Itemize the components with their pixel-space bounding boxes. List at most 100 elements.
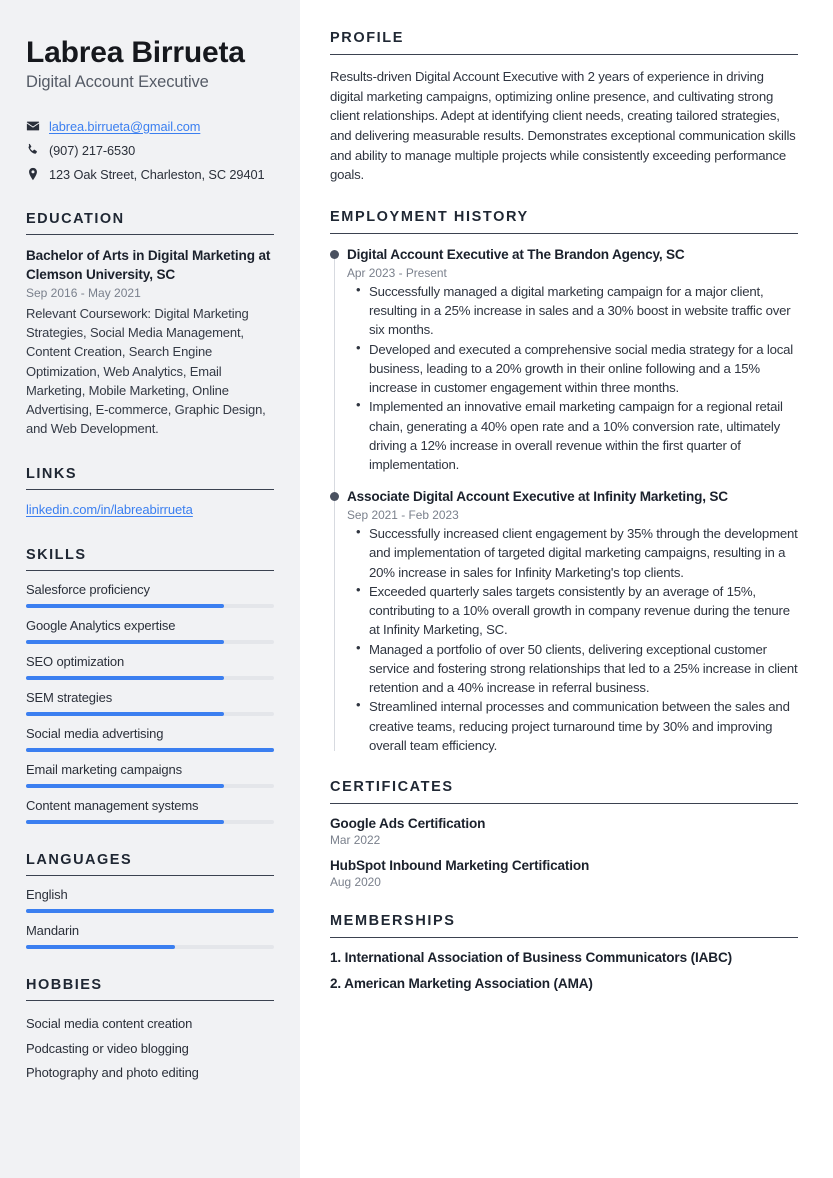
skill-label: Social media advertising	[26, 725, 164, 741]
contact-address: 123 Oak Street, Charleston, SC 29401	[26, 166, 274, 183]
employment-date: Sep 2021 - Feb 2023	[347, 508, 459, 523]
section-heading-languages: LANGUAGES	[26, 851, 133, 868]
profile-text: Results-driven Digital Account Executive…	[330, 69, 796, 183]
skill-level-fill	[26, 675, 225, 680]
skill-level-track	[26, 819, 274, 824]
skill-label: SEM strategies	[26, 689, 113, 705]
membership-item: 1. International Association of Business…	[330, 950, 732, 966]
education-entry: Bachelor of Arts in Digital Marketing at…	[26, 246, 274, 438]
section-heading-memberships: MEMBERSHIPS	[330, 913, 456, 930]
location-pin-icon	[26, 167, 40, 181]
skill-label: Content management systems	[26, 797, 199, 813]
employment-title: Digital Account Executive at The Brandon…	[347, 247, 685, 263]
memberships-list: 1. International Association of Business…	[330, 950, 798, 991]
skill-level-fill	[26, 639, 225, 644]
divider	[26, 488, 274, 490]
employment-bullet: Successfully managed a digital marketing…	[356, 281, 798, 340]
education-description: Relevant Coursework: Digital Marketing S…	[26, 306, 266, 436]
divider	[26, 233, 274, 235]
contact-phone-text: (907) 217-6530	[49, 142, 136, 158]
section-heading-profile: PROFILE	[330, 30, 405, 46]
resume-page: Labrea Birrueta Digital Account Executiv…	[0, 0, 833, 1178]
employment-bullet: Implemented an innovative email marketin…	[356, 396, 798, 474]
contact-email[interactable]: labrea.birrueta@gmail.com	[26, 118, 274, 135]
skill-level-fill	[26, 783, 225, 788]
skill-item: Content management systems	[26, 798, 274, 824]
hobbies-list: Social media content creation Podcasting …	[26, 1012, 274, 1086]
certificate-date: Aug 2020	[330, 875, 381, 890]
skill-level-fill	[26, 747, 274, 752]
certificate-entry: HubSpot Inbound Marketing Certification A…	[330, 858, 798, 889]
employment-timeline: Digital Account Executive at The Brandon…	[330, 246, 798, 755]
section-heading-skills: SKILLS	[26, 546, 87, 563]
language-level-fill	[26, 944, 175, 949]
education-date: Sep 2016 - May 2021	[26, 286, 141, 301]
section-memberships: MEMBERSHIPS 1. International Association…	[330, 913, 798, 991]
skill-item: Social media advertising	[26, 726, 274, 752]
divider	[26, 874, 274, 876]
skill-level-fill	[26, 603, 225, 608]
hobby-item: Podcasting or video blogging	[26, 1040, 189, 1056]
skill-level-track	[26, 639, 274, 644]
skill-item: Salesforce proficiency	[26, 582, 274, 608]
skill-label: SEO optimization	[26, 653, 125, 669]
employment-date: Apr 2023 - Present	[347, 265, 447, 280]
skill-level-track	[26, 603, 274, 608]
language-item: Mandarin	[26, 923, 274, 949]
skill-level-fill	[26, 711, 225, 716]
section-skills: SKILLS Salesforce proficiency Google Anal…	[26, 547, 274, 824]
contact-address-text: 123 Oak Street, Charleston, SC 29401	[49, 166, 265, 182]
contact-phone: (907) 217-6530	[26, 142, 274, 159]
page-title: Labrea Birrueta Digital Account Executiv…	[26, 36, 274, 92]
skill-label: Email marketing campaigns	[26, 761, 182, 777]
employment-bullet: Managed a portfolio of over 50 clients, …	[356, 639, 798, 698]
section-languages: LANGUAGES English Mandarin	[26, 852, 274, 949]
sidebar: Labrea Birrueta Digital Account Executiv…	[0, 0, 300, 1178]
education-title: Bachelor of Arts in Digital Marketing at…	[26, 247, 271, 282]
certificate-name: HubSpot Inbound Marketing Certification	[330, 858, 590, 874]
membership-item: 2. American Marketing Association (AMA)	[330, 976, 593, 992]
timeline-dot-icon	[330, 250, 339, 260]
employment-bullet: Streamlined internal processes and commu…	[356, 696, 798, 755]
section-education: EDUCATION Bachelor of Arts in Digital Ma…	[26, 211, 274, 438]
skill-item: Google Analytics expertise	[26, 618, 274, 644]
section-heading-employment: EMPLOYMENT HISTORY	[330, 209, 529, 226]
skill-level-track	[26, 783, 274, 788]
certificate-entry: Google Ads Certification Mar 2022	[330, 816, 798, 847]
divider	[330, 803, 798, 805]
skill-level-track	[26, 711, 274, 716]
language-item: English	[26, 887, 274, 913]
divider	[330, 937, 798, 939]
skill-item: SEO optimization	[26, 654, 274, 680]
section-certificates: CERTIFICATES Google Ads Certification Mar…	[330, 779, 798, 889]
certificate-date: Mar 2022	[330, 833, 381, 848]
contact-email-text[interactable]: labrea.birrueta@gmail.com	[49, 119, 200, 134]
section-hobbies: HOBBIES Social media content creation Pod…	[26, 977, 274, 1086]
section-heading-hobbies: HOBBIES	[26, 976, 103, 993]
employment-bullet: Developed and executed a comprehensive s…	[356, 339, 798, 398]
section-heading-certificates: CERTIFICATES	[330, 779, 454, 796]
divider	[26, 569, 274, 571]
languages-list: English Mandarin	[26, 887, 274, 949]
envelope-icon	[26, 119, 40, 133]
section-links: LINKS linkedin.com/in/labreabirrueta	[26, 466, 274, 519]
employment-bullets: Successfully increased client engagement…	[347, 523, 798, 755]
language-level-track	[26, 944, 274, 949]
section-heading-education: EDUCATION	[26, 210, 125, 227]
divider	[330, 54, 798, 55]
skill-item: SEM strategies	[26, 690, 274, 716]
employment-entry: Digital Account Executive at The Brandon…	[330, 246, 798, 474]
timeline-dot-icon	[330, 492, 339, 502]
divider	[26, 999, 274, 1001]
phone-icon	[26, 143, 40, 157]
section-heading-links: LINKS	[26, 465, 77, 482]
employment-entry: Associate Digital Account Executive at I…	[330, 488, 798, 755]
link-item-linkedin[interactable]: linkedin.com/in/labreabirrueta	[26, 502, 193, 517]
employment-bullet: Successfully increased client engagement…	[356, 523, 798, 582]
main-content: PROFILE Results-driven Digital Account E…	[300, 0, 833, 1178]
skills-list: Salesforce proficiency Google Analytics e…	[26, 582, 274, 824]
language-label: Mandarin	[26, 922, 79, 938]
language-level-track	[26, 908, 274, 913]
skill-level-track	[26, 675, 274, 680]
employment-title: Associate Digital Account Executive at I…	[347, 489, 728, 505]
